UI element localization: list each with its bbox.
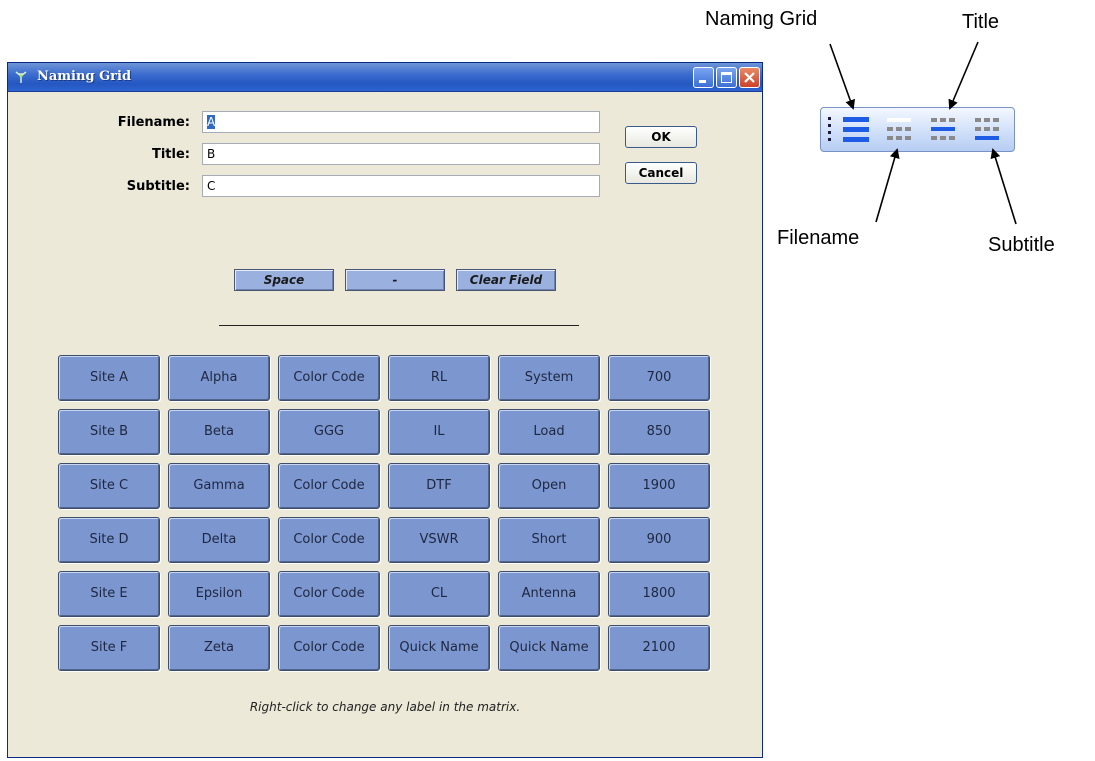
window-title: Naming Grid <box>37 69 132 84</box>
grid-cell-r4-c4[interactable]: VSWR <box>388 517 490 563</box>
grid-cell-r2-c1[interactable]: Site B <box>58 409 160 455</box>
callout-filename: Filename <box>777 227 860 249</box>
filename-value: A <box>207 115 216 129</box>
grid-cell-r3-c3[interactable]: Color Code <box>278 463 380 509</box>
toolbar-grip-icon <box>828 117 831 141</box>
antenna-icon <box>15 71 27 83</box>
clear-field-button[interactable]: Clear Field <box>456 269 556 291</box>
grid-cell-r1-c3[interactable]: Color Code <box>278 355 380 401</box>
cancel-button[interactable]: Cancel <box>625 162 697 184</box>
grid-cell-r1-c1[interactable]: Site A <box>58 355 160 401</box>
grid-cell-r5-c5[interactable]: Antenna <box>498 571 600 617</box>
grid-cell-r6-c6[interactable]: 2100 <box>608 625 710 671</box>
naming-grid-window: Naming Grid Filename: A Title: B Subtitl… <box>7 62 763 758</box>
grid-cell-r2-c5[interactable]: Load <box>498 409 600 455</box>
subtitle-tool-icon <box>975 118 999 140</box>
maximize-button[interactable] <box>716 67 737 88</box>
subtitle-label: Subtitle: <box>126 179 190 194</box>
filename-tool-icon <box>887 118 911 140</box>
grid-cell-r2-c2[interactable]: Beta <box>168 409 270 455</box>
grid-cell-r3-c4[interactable]: DTF <box>388 463 490 509</box>
minimize-button[interactable] <box>693 67 714 88</box>
grid-cell-r4-c3[interactable]: Color Code <box>278 517 380 563</box>
grid-cell-r3-c2[interactable]: Gamma <box>168 463 270 509</box>
grid-cell-r6-c4[interactable]: Quick Name <box>388 625 490 671</box>
title-tool-icon <box>931 118 955 140</box>
grid-cell-r2-c3[interactable]: GGG <box>278 409 380 455</box>
arrow-naming-grid <box>829 43 855 110</box>
callout-subtitle: Subtitle <box>988 234 1055 256</box>
filename-label: Filename: <box>117 115 190 130</box>
grid-cell-r2-c6[interactable]: 850 <box>608 409 710 455</box>
title-value: B <box>207 147 216 161</box>
grid-cell-r5-c6[interactable]: 1800 <box>608 571 710 617</box>
subtitle-value: C <box>207 179 216 193</box>
grid-cell-r6-c1[interactable]: Site F <box>58 625 160 671</box>
title-bar[interactable]: Naming Grid <box>8 63 762 92</box>
filename-field[interactable]: A <box>202 111 600 133</box>
grid-cell-r6-c5[interactable]: Quick Name <box>498 625 600 671</box>
close-icon <box>744 72 755 83</box>
grid-cell-r3-c1[interactable]: Site C <box>58 463 160 509</box>
hint-text: Right-click to change any label in the m… <box>249 700 521 714</box>
naming-grid-tool-icon <box>843 117 869 142</box>
grid-cell-r1-c2[interactable]: Alpha <box>168 355 270 401</box>
separator-line <box>219 325 579 326</box>
maximize-icon <box>721 72 732 83</box>
grid-cell-r4-c6[interactable]: 900 <box>608 517 710 563</box>
grid-cell-r5-c3[interactable]: Color Code <box>278 571 380 617</box>
ok-button[interactable]: OK <box>625 126 697 148</box>
grid-cell-r1-c5[interactable]: System <box>498 355 600 401</box>
naming-toolbar <box>820 107 1015 152</box>
minimize-icon <box>699 80 706 83</box>
grid-cell-r5-c4[interactable]: CL <box>388 571 490 617</box>
title-field[interactable]: B <box>202 143 600 165</box>
grid-cell-r5-c2[interactable]: Epsilon <box>168 571 270 617</box>
callout-title: Title <box>962 11 1000 33</box>
dash-button[interactable]: - <box>345 269 445 291</box>
grid-cell-r2-c4[interactable]: IL <box>388 409 490 455</box>
space-button[interactable]: Space <box>234 269 334 291</box>
grid-cell-r6-c2[interactable]: Zeta <box>168 625 270 671</box>
toolbar-graphic <box>828 117 999 142</box>
subtitle-field[interactable]: C <box>202 175 600 197</box>
grid-cell-r1-c4[interactable]: RL <box>388 355 490 401</box>
grid-cell-r4-c1[interactable]: Site D <box>58 517 160 563</box>
grid-cell-r5-c1[interactable]: Site E <box>58 571 160 617</box>
grid-cell-r4-c5[interactable]: Short <box>498 517 600 563</box>
arrow-subtitle <box>990 148 1017 225</box>
grid-cell-r3-c6[interactable]: 1900 <box>608 463 710 509</box>
grid-cell-r6-c3[interactable]: Color Code <box>278 625 380 671</box>
grid-cell-r4-c2[interactable]: Delta <box>168 517 270 563</box>
title-label: Title: <box>151 147 190 162</box>
arrow-title <box>948 41 979 110</box>
arrow-filename <box>875 148 900 223</box>
close-button[interactable] <box>739 67 760 88</box>
dialog-body: Filename: A Title: B Subtitle: C OK Canc… <box>12 92 758 753</box>
grid-cell-r1-c6[interactable]: 700 <box>608 355 710 401</box>
grid-cell-r3-c5[interactable]: Open <box>498 463 600 509</box>
callout-naming-grid: Naming Grid <box>705 8 818 30</box>
